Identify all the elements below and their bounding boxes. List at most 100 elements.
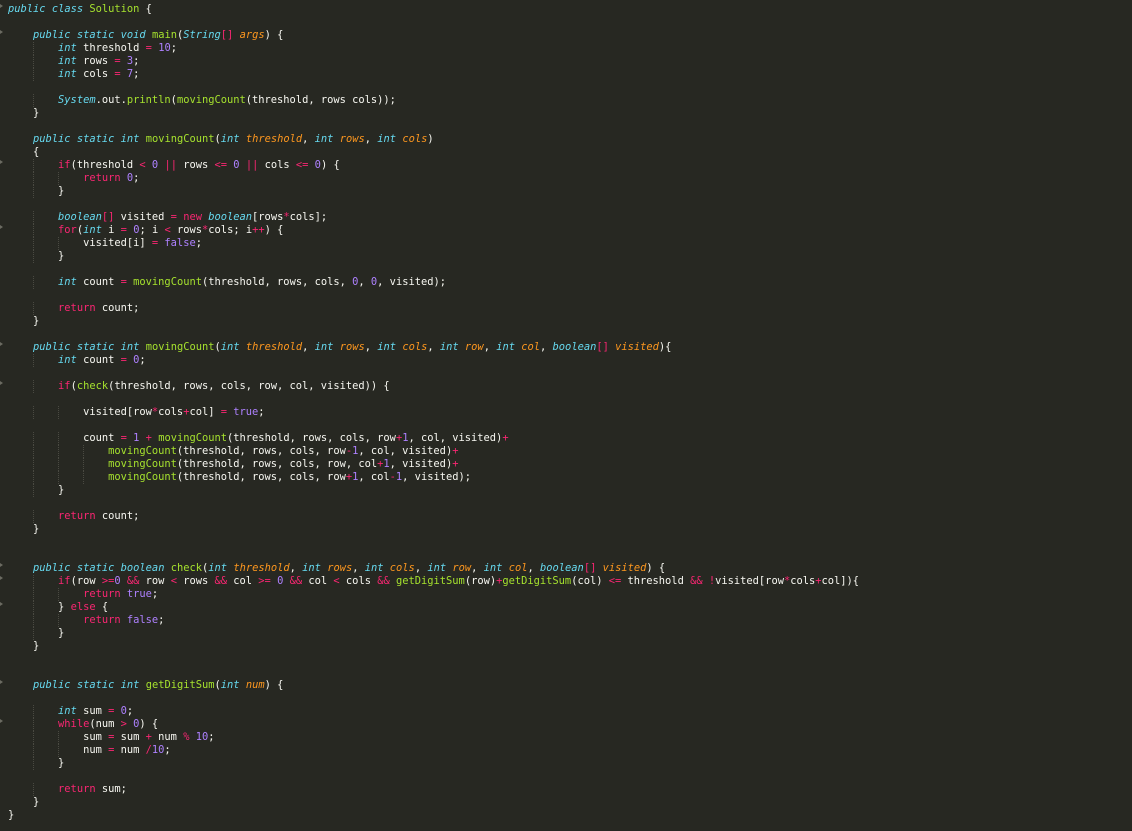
indent-guide: [33, 302, 35, 315]
code-line[interactable]: [8, 289, 859, 302]
code-line[interactable]: if(row >=0 && row < rows && col >= 0 && …: [8, 575, 859, 588]
code-token: void: [120, 29, 146, 41]
fold-marker-icon[interactable]: [0, 342, 3, 346]
code-line[interactable]: int sum = 0;: [8, 705, 859, 718]
code-line[interactable]: }: [8, 757, 859, 770]
code-line[interactable]: [8, 536, 859, 549]
code-line[interactable]: public static int getDigitSum(int num) {: [8, 679, 859, 692]
code-line[interactable]: movingCount(threshold, rows, cols, row-1…: [8, 445, 859, 458]
code-token: return: [58, 783, 96, 795]
code-line[interactable]: }: [8, 796, 859, 809]
code-line[interactable]: int threshold = 10;: [8, 42, 859, 55]
code-line[interactable]: } else {: [8, 601, 859, 614]
code-token: int: [208, 562, 228, 574]
code-line[interactable]: visited[i] = false;: [8, 237, 859, 250]
code-line[interactable]: int count = movingCount(threshold, rows,…: [8, 276, 859, 289]
code-line[interactable]: movingCount(threshold, rows, cols, row+1…: [8, 471, 859, 484]
fold-marker-icon[interactable]: [0, 680, 3, 684]
code-line[interactable]: visited[row*cols+col] = true;: [8, 406, 859, 419]
fold-marker-icon[interactable]: [0, 381, 3, 385]
code-line[interactable]: {: [8, 146, 859, 159]
code-line[interactable]: }: [8, 523, 859, 536]
code-line[interactable]: public static void main(String[] args) {: [8, 29, 859, 42]
code-token: (threshold, rows, cols,: [201, 276, 353, 288]
code-token: {: [8, 146, 40, 158]
code-line[interactable]: [8, 263, 859, 276]
fold-marker-icon[interactable]: [0, 4, 3, 8]
code-line[interactable]: public static boolean check(int threshol…: [8, 562, 859, 575]
code-token: int: [83, 224, 102, 236]
code-token: ,: [358, 276, 371, 288]
code-line[interactable]: [8, 367, 859, 380]
fold-marker-icon[interactable]: [0, 602, 3, 606]
code-line[interactable]: return true;: [8, 588, 859, 601]
code-line[interactable]: return sum;: [8, 783, 859, 796]
code-line[interactable]: sum = sum + num % 10;: [8, 731, 859, 744]
code-token: ;: [133, 55, 140, 67]
code-line[interactable]: public static int movingCount(int thresh…: [8, 341, 859, 354]
code-line[interactable]: [8, 549, 859, 562]
fold-marker-icon[interactable]: [0, 576, 3, 580]
code-line[interactable]: public class Solution {: [8, 3, 859, 16]
code-area[interactable]: public class Solution { public static vo…: [8, 3, 859, 822]
code-line[interactable]: if(threshold < 0 || rows <= 0 || cols <=…: [8, 159, 859, 172]
code-token: count: [76, 276, 121, 288]
code-line[interactable]: return count;: [8, 510, 859, 523]
code-line[interactable]: [8, 198, 859, 211]
code-line[interactable]: [8, 16, 859, 29]
code-token: 10: [151, 744, 165, 756]
code-line[interactable]: }: [8, 627, 859, 640]
fold-marker-icon[interactable]: [0, 160, 3, 164]
code-line[interactable]: movingCount(threshold, rows, cols, row, …: [8, 458, 859, 471]
code-line[interactable]: public static int movingCount(int thresh…: [8, 133, 859, 146]
code-token: >=: [258, 575, 271, 587]
code-line[interactable]: int rows = 3;: [8, 55, 859, 68]
code-line[interactable]: return 0;: [8, 172, 859, 185]
code-line[interactable]: }: [8, 484, 859, 497]
code-line[interactable]: if(check(threshold, rows, cols, row, col…: [8, 380, 859, 393]
code-token: ) {: [264, 679, 284, 691]
code-line[interactable]: [8, 120, 859, 133]
code-line[interactable]: return false;: [8, 614, 859, 627]
code-line[interactable]: [8, 328, 859, 341]
code-line[interactable]: }: [8, 185, 859, 198]
code-editor[interactable]: public class Solution { public static vo…: [0, 0, 1132, 831]
indent-guide: [33, 471, 35, 484]
code-line[interactable]: int cols = 7;: [8, 68, 859, 81]
code-line[interactable]: }: [8, 315, 859, 328]
code-token: args: [239, 29, 265, 41]
code-token: sum: [76, 705, 109, 717]
code-line[interactable]: [8, 393, 859, 406]
code-line[interactable]: return count;: [8, 302, 859, 315]
code-line[interactable]: int count = 0;: [8, 354, 859, 367]
code-token: ;: [158, 614, 165, 626]
code-line[interactable]: System.out.println(movingCount(threshold…: [8, 94, 859, 107]
code-token: []: [101, 211, 115, 223]
code-line[interactable]: [8, 497, 859, 510]
code-line[interactable]: }: [8, 640, 859, 653]
code-line[interactable]: }: [8, 250, 859, 263]
code-line[interactable]: [8, 81, 859, 94]
code-line[interactable]: }: [8, 107, 859, 120]
code-line[interactable]: num = num /10;: [8, 744, 859, 757]
code-line[interactable]: boolean[] visited = new boolean[rows*col…: [8, 211, 859, 224]
fold-marker-icon[interactable]: [0, 719, 3, 723]
code-line[interactable]: [8, 692, 859, 705]
code-line[interactable]: for(int i = 0; i < rows*cols; i++) {: [8, 224, 859, 237]
fold-marker-icon[interactable]: [0, 225, 3, 229]
code-line[interactable]: }: [8, 809, 859, 822]
code-token: ,: [289, 562, 303, 574]
code-line[interactable]: [8, 770, 859, 783]
code-line[interactable]: [8, 653, 859, 666]
code-token: col: [521, 341, 541, 353]
code-line[interactable]: while(num > 0) {: [8, 718, 859, 731]
code-token: ,: [302, 133, 315, 145]
code-token: ,: [527, 562, 541, 574]
code-line[interactable]: [8, 666, 859, 679]
fold-marker-icon[interactable]: [0, 563, 3, 567]
code-line[interactable]: count = 1 + movingCount(threshold, rows,…: [8, 432, 859, 445]
code-line[interactable]: [8, 419, 859, 432]
fold-marker-icon[interactable]: [0, 30, 3, 34]
